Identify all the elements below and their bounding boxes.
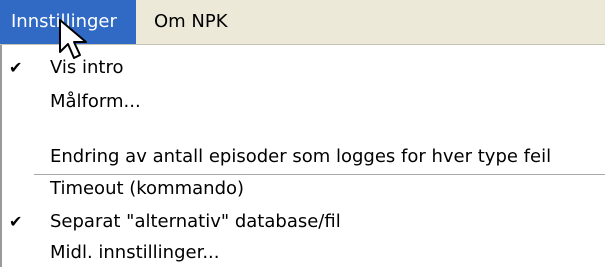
check-icon: ✔ xyxy=(9,58,23,77)
menu-om-npk-label: Om NPK xyxy=(154,11,228,32)
menu-item-malform[interactable]: Målform... xyxy=(2,87,605,117)
menu-item-label: Målform... xyxy=(50,91,141,112)
menu-item-vis-intro[interactable]: ✔ Vis intro xyxy=(2,53,605,83)
menu-item-label: Vis intro xyxy=(50,57,124,78)
menu-bar: Innstillinger Om NPK xyxy=(0,0,605,45)
app-window: Innstillinger Om NPK ✔ Vis intro Målform… xyxy=(0,0,605,267)
menu-item-label: Separat "alternativ" database/fil xyxy=(50,211,341,232)
menu-item-midl-innstillinger[interactable]: Midl. innstillinger... xyxy=(2,238,605,267)
menu-innstillinger[interactable]: Innstillinger xyxy=(0,0,136,44)
menu-item-timeout-kommando[interactable]: Timeout (kommando) xyxy=(2,174,605,204)
menu-innstillinger-label: Innstillinger xyxy=(11,11,117,32)
menu-item-label: Timeout (kommando) xyxy=(50,178,245,199)
menu-om-npk[interactable]: Om NPK xyxy=(143,0,245,44)
check-icon: ✔ xyxy=(9,212,23,231)
menu-item-label: Endring av antall episoder som logges fo… xyxy=(50,146,552,167)
menu-item-label: Midl. innstillinger... xyxy=(50,242,220,263)
innstillinger-dropdown: ✔ Vis intro Målform... Endring av antall… xyxy=(0,45,605,267)
menu-item-endring-antall-episoder[interactable]: Endring av antall episoder som logges fo… xyxy=(2,142,605,172)
menu-item-separat-alternativ-database[interactable]: ✔ Separat "alternativ" database/fil xyxy=(2,207,605,237)
